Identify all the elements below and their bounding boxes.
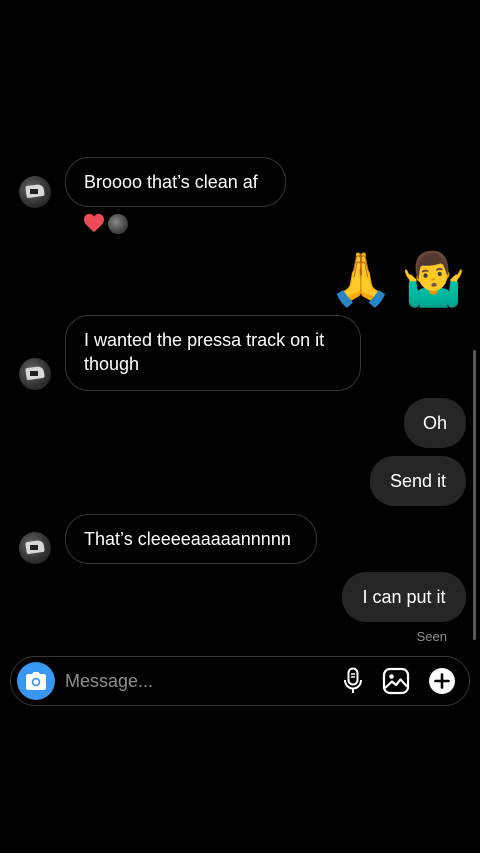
sender-avatar[interactable] <box>19 176 51 208</box>
sender-avatar[interactable] <box>19 532 51 564</box>
incoming-message-bubble[interactable]: That’s cleeeeaaaaannnnn <box>65 514 317 564</box>
microphone-icon <box>344 667 362 693</box>
outgoing-emoji-message[interactable]: 🙏 🤷‍♂️ <box>329 248 467 312</box>
message-text: That’s cleeeeaaaaannnnn <box>84 529 291 549</box>
voice-message-button[interactable] <box>338 666 368 696</box>
outgoing-message-bubble[interactable]: Oh <box>404 398 466 448</box>
sender-avatar[interactable] <box>19 358 51 390</box>
camera-icon <box>26 672 46 690</box>
shrug-emoji: 🤷‍♂️ <box>401 251 466 309</box>
seen-status: Seen <box>416 629 447 644</box>
reactor-avatar <box>107 213 129 235</box>
message-text: I can put it <box>362 587 446 607</box>
outgoing-message-bubble[interactable]: I can put it <box>342 572 466 622</box>
message-composer <box>10 656 470 706</box>
add-button[interactable] <box>427 666 457 696</box>
message-text: Broooo that’s clean af <box>84 172 258 192</box>
gallery-icon <box>382 667 410 695</box>
scrollbar[interactable] <box>473 350 476 640</box>
plus-icon <box>429 668 455 694</box>
camera-button[interactable] <box>17 662 55 700</box>
message-reactions[interactable] <box>83 211 129 235</box>
heart-icon <box>84 213 104 233</box>
message-input[interactable] <box>65 669 325 693</box>
outgoing-message-bubble[interactable]: Send it <box>370 456 466 506</box>
message-text: Oh <box>422 413 447 433</box>
message-text: I wanted the pressa track on it though <box>84 330 325 374</box>
praying-hands-emoji: 🙏 <box>328 251 394 309</box>
incoming-message-bubble[interactable]: Broooo that’s clean af <box>65 157 286 207</box>
incoming-message-bubble[interactable]: I wanted the pressa track on it though <box>65 315 361 391</box>
gallery-button[interactable] <box>381 666 411 696</box>
message-text: Send it <box>389 471 447 491</box>
